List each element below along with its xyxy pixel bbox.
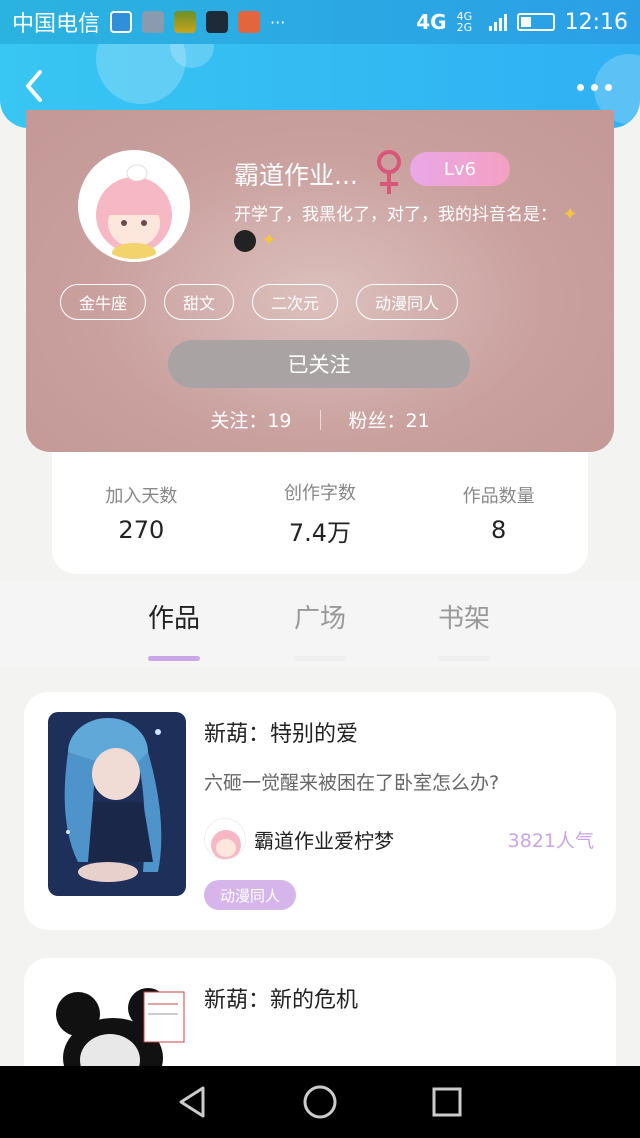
stat-word-count: 创作字数 7.4万 [240, 479, 400, 548]
profile-card: 霸道作业... Lv6 开学了，我黑化了，对了，我的抖音名是： ✦ ✦ 金牛座 … [26, 110, 614, 452]
stat-label: 作品数量 [462, 486, 535, 507]
network-small: 4G 2G [456, 10, 473, 34]
tab-works[interactable]: 作品 [134, 598, 214, 661]
profile-tags: 金牛座 甜文 二次元 动漫同人 [60, 284, 459, 320]
tab-label: 作品 [147, 604, 200, 634]
bio-text: 开学了，我黑化了，对了，我的抖音名是： [234, 205, 557, 225]
divider [319, 409, 321, 430]
profile-tag[interactable]: 金牛座 [60, 284, 147, 320]
work-description: 六砸一觉醒来被困在了卧室怎么办? [204, 772, 500, 794]
battery-icon [516, 13, 555, 31]
stat-label: 加入天数 [105, 486, 178, 507]
more-notifications-icon: ··· [270, 12, 286, 32]
avatar[interactable] [78, 150, 190, 262]
popularity-count: 3821人气 [507, 829, 594, 852]
status-bar: 中国电信 ··· 4G 4G 2G 12:16 [0, 0, 640, 44]
stat-works-count: 作品数量 8 [419, 482, 579, 544]
profile-tag[interactable]: 甜文 [164, 284, 235, 320]
work-card[interactable]: 新葫：新的危机 [24, 958, 616, 1078]
nickname: 霸道作业... [234, 161, 358, 190]
circle-home-icon[interactable] [300, 1082, 340, 1122]
profile-tag[interactable]: 二次元 [252, 284, 339, 320]
tab-indicator [148, 656, 200, 661]
stat-join-days: 加入天数 270 [61, 482, 221, 544]
profile-tag[interactable]: 动漫同人 [356, 284, 459, 320]
sparkle-icon: ✦ [562, 204, 578, 225]
female-icon [377, 150, 401, 194]
square-recents-icon[interactable] [427, 1082, 467, 1122]
bio: 开学了，我黑化了，对了，我的抖音名是： ✦ ✦ [234, 202, 614, 254]
back-button[interactable] [20, 68, 50, 104]
stats-card: 加入天数 270 创作字数 7.4万 作品数量 8 [52, 452, 588, 574]
tab-bar: 作品 广场 书架 [0, 582, 640, 666]
clock: 12:16 [564, 9, 628, 35]
work-tag[interactable]: 动漫同人 [204, 880, 297, 910]
tab-bookshelf[interactable]: 书架 [424, 598, 504, 661]
stat-value: 7.4万 [288, 518, 352, 547]
follow-stats: 关注：19 粉丝：21 [26, 406, 614, 433]
followers-count[interactable]: 粉丝：21 [349, 406, 430, 433]
following-count[interactable]: 关注：19 [210, 406, 291, 433]
work-title: 新葫：特别的爱 [204, 722, 359, 747]
app-grid-icon [238, 11, 261, 33]
sparkle-icon-2: ✦ [261, 230, 277, 251]
work-cover-image[interactable] [48, 712, 186, 896]
tab-indicator [438, 656, 490, 661]
photo-thumbnail-icon [174, 11, 197, 33]
tab-label: 广场 [293, 604, 346, 634]
tab-indicator [294, 656, 346, 661]
work-card[interactable]: 新葫：特别的爱 六砸一觉醒来被困在了卧室怎么办? 霸道作业爱柠梦 3821人气 … [24, 692, 616, 930]
message-icon [110, 11, 133, 33]
more-button[interactable] [577, 84, 612, 91]
work-cover-image[interactable] [48, 978, 186, 1078]
author-name[interactable]: 霸道作业爱柠梦 [254, 825, 394, 854]
level-badge: Lv6 [410, 152, 510, 186]
triangle-back-icon[interactable] [173, 1082, 213, 1122]
follow-button[interactable]: 已关注 [168, 340, 470, 388]
system-nav-bar [0, 1066, 640, 1138]
carrier-name: 中国电信 [12, 12, 101, 37]
author-row: 霸道作业爱柠梦 3821人气 [204, 818, 594, 860]
gallery-icon [142, 11, 165, 33]
signal-icon [488, 13, 507, 31]
bird-app-icon [206, 11, 229, 33]
network-type: 4G [416, 10, 447, 34]
stat-value: 8 [491, 516, 507, 544]
black-face-emoji-icon [234, 230, 256, 252]
stat-value: 270 [118, 516, 165, 544]
author-avatar[interactable] [204, 818, 246, 860]
notification-icons: ··· [110, 11, 285, 33]
tab-label: 书架 [437, 604, 490, 634]
tab-square[interactable]: 广场 [280, 598, 360, 661]
stat-label: 创作字数 [283, 482, 356, 504]
work-title: 新葫：新的危机 [204, 988, 359, 1013]
